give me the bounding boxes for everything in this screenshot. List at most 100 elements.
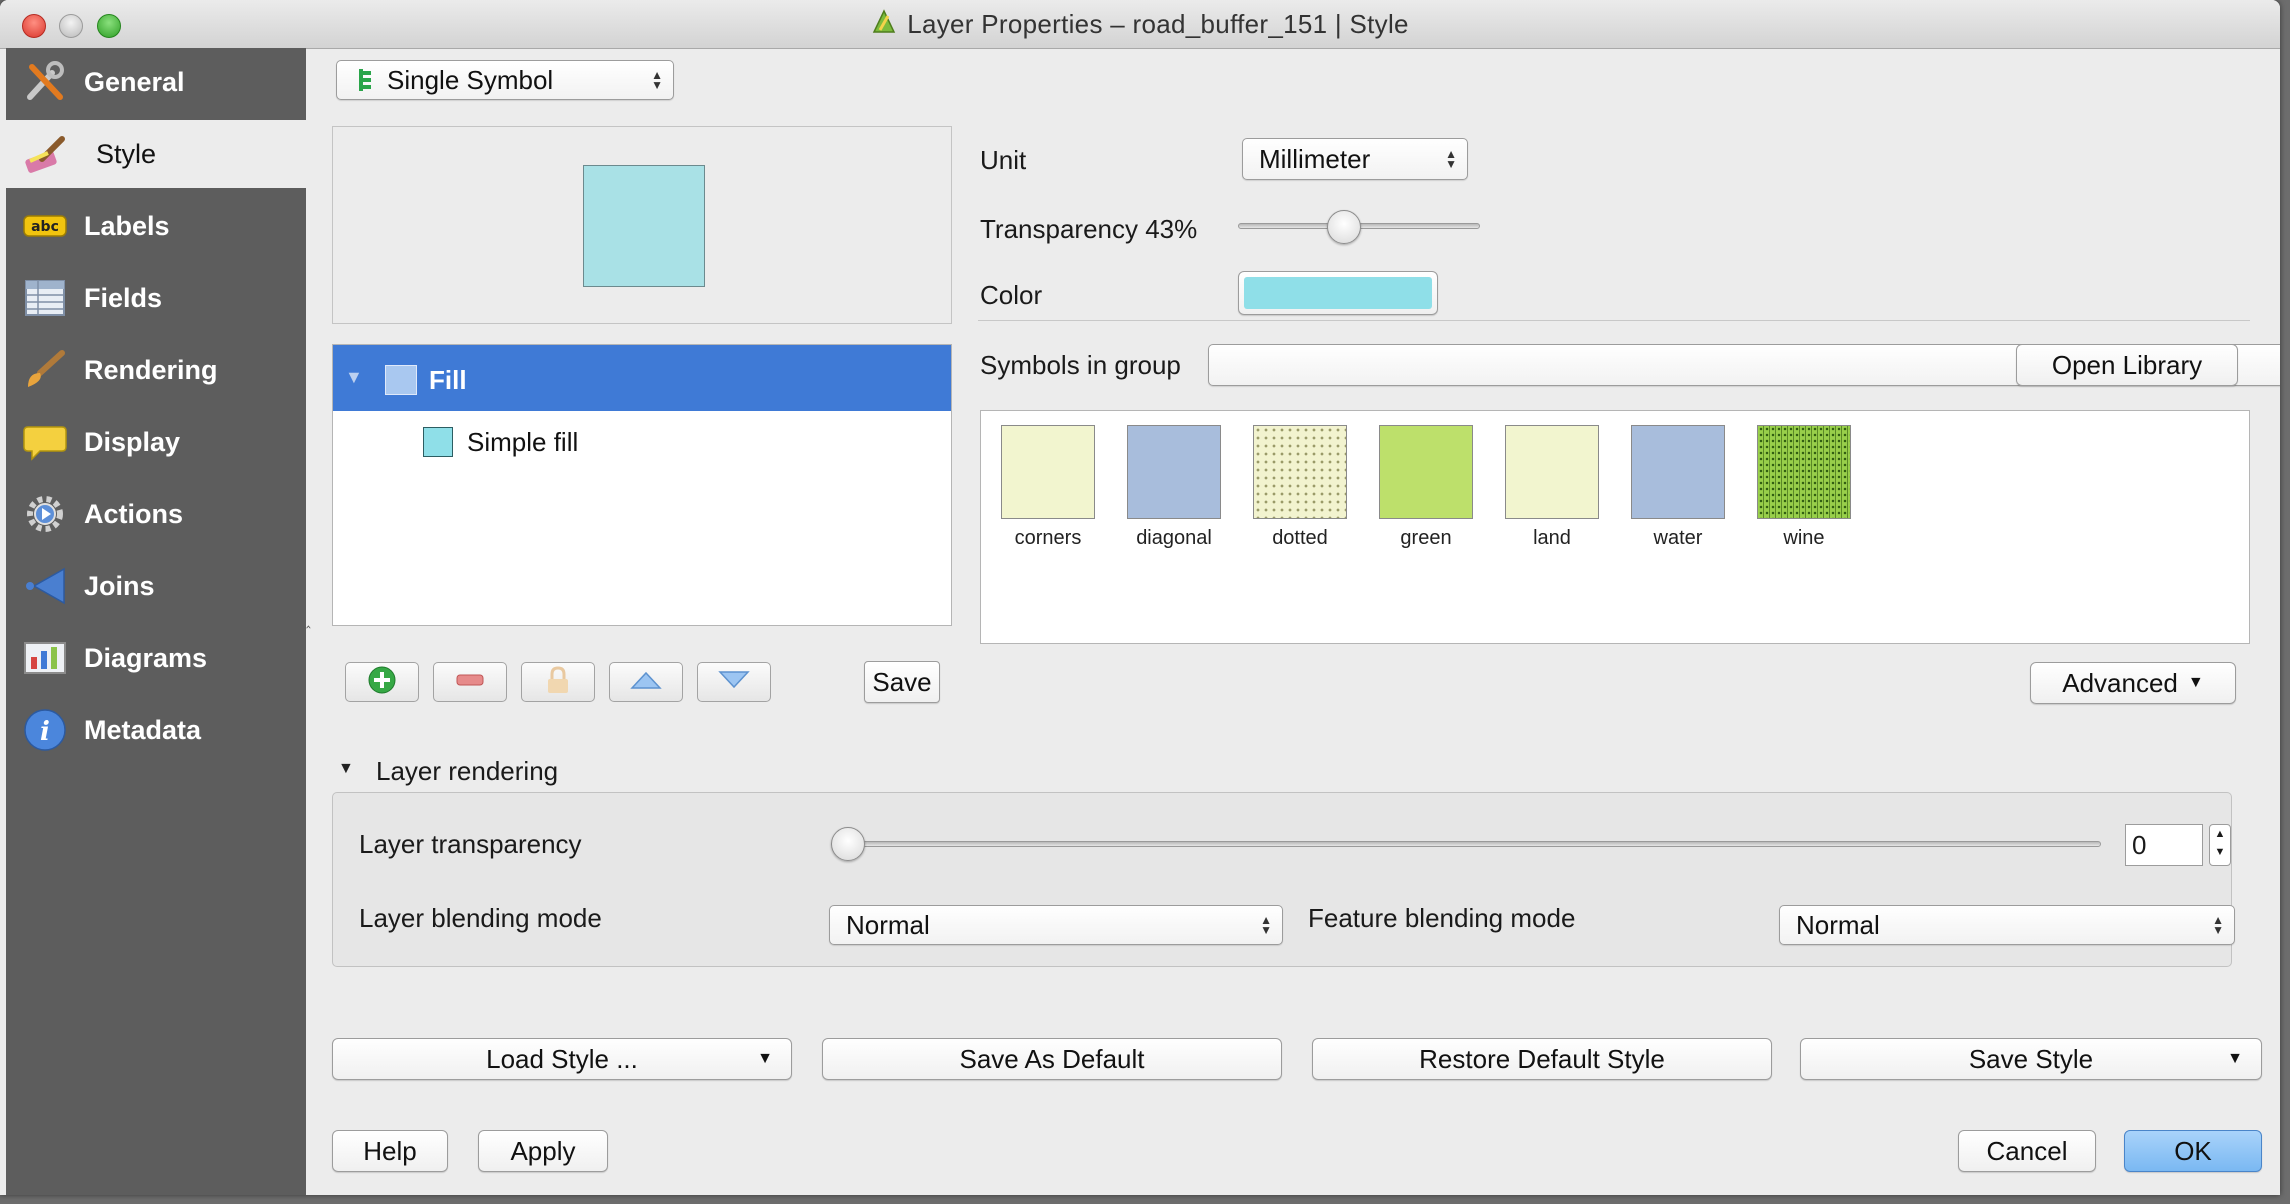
chevron-down-icon: ▼ — [757, 1050, 773, 1067]
symbol-preview-swatch — [583, 165, 705, 287]
feature-blending-select[interactable]: Normal ▲ ▼ — [1779, 905, 2235, 945]
fill-swatch — [385, 365, 417, 395]
ok-button[interactable]: OK — [2124, 1130, 2262, 1172]
layer-transparency-label: Layer transparency — [359, 829, 582, 859]
symbol-diagonal[interactable]: diagonal — [1119, 425, 1229, 550]
sidebar-item-diagrams[interactable]: Diagrams — [6, 624, 306, 692]
symbol-swatch — [1379, 425, 1473, 519]
sidebar-item-joins[interactable]: Joins — [6, 552, 306, 620]
symbol-name: green — [1400, 527, 1452, 549]
layer-rendering-group: Layer transparency 0 ▲ ▼ Layer blending m… — [332, 792, 2235, 967]
symbol-name: water — [1653, 527, 1703, 549]
layer-transparency-slider-track[interactable] — [831, 841, 2101, 847]
symbol-land[interactable]: land — [1497, 425, 1607, 550]
sidebar-item-display[interactable]: Display — [6, 408, 306, 476]
layer-transparency-value: 0 — [2132, 829, 2147, 860]
load-style-button[interactable]: Load Style ... ▼ — [332, 1038, 792, 1080]
color-label: Color — [980, 280, 1043, 310]
symbol-green[interactable]: green — [1371, 425, 1481, 550]
symbol-preview-panel — [332, 126, 952, 324]
open-library-button[interactable]: Open Library — [2016, 344, 2238, 386]
advanced-button[interactable]: Advanced ▼ — [2030, 662, 2236, 704]
symbol-swatch — [1001, 425, 1095, 519]
restore-default-style-button[interactable]: Restore Default Style — [1312, 1038, 1772, 1080]
tree-fill-label: Fill — [429, 365, 467, 395]
sidebar-item-general[interactable]: General — [6, 48, 306, 116]
sidebar-item-label: General — [84, 66, 185, 97]
collapse-triangle-icon[interactable]: ▼ — [345, 367, 363, 388]
sidebar-item-metadata[interactable]: i Metadata — [6, 696, 306, 764]
symbol-corners[interactable]: corners — [993, 425, 1103, 550]
symbol-dotted[interactable]: dotted — [1245, 425, 1355, 550]
diagrams-icon — [20, 633, 70, 683]
sidebar-item-label: Joins — [84, 570, 155, 601]
move-up-button[interactable] — [609, 662, 683, 702]
unit-value: Millimeter — [1259, 143, 1371, 174]
sidebar-item-label: Rendering — [84, 354, 218, 385]
sidebar-item-rendering[interactable]: Rendering — [6, 336, 306, 404]
sidebar-item-label: Labels — [84, 210, 170, 241]
symbol-name: dotted — [1272, 527, 1328, 549]
apply-button[interactable]: Apply — [478, 1130, 608, 1172]
arrow-up-icon — [629, 669, 663, 696]
plus-icon — [367, 665, 397, 700]
sidebar-item-actions[interactable]: Actions — [6, 480, 306, 548]
simple-fill-swatch — [423, 427, 453, 457]
remove-symbol-layer-button[interactable] — [433, 662, 507, 702]
sidebar-item-label: Metadata — [84, 714, 202, 745]
metadata-info-icon: i — [20, 705, 70, 755]
sidebar-item-style[interactable]: Style — [6, 120, 306, 188]
symbol-swatch — [1505, 425, 1599, 519]
unit-select[interactable]: Millimeter ▲ ▼ — [1242, 138, 1468, 180]
arrow-down-icon — [717, 669, 751, 696]
symbol-swatch — [1253, 425, 1347, 519]
symbol-name: corners — [1014, 527, 1082, 549]
general-tools-icon — [20, 57, 70, 107]
layer-properties-window: Layer Properties – road_buffer_151 | Sty… — [0, 0, 2280, 1195]
chevron-down-icon: ▼ — [2227, 1050, 2243, 1067]
tree-simple-fill-label: Simple fill — [467, 427, 579, 457]
window-title: Layer Properties – road_buffer_151 | Sty… — [907, 8, 1409, 39]
save-as-default-button[interactable]: Save As Default — [822, 1038, 1282, 1080]
sidebar-item-labels[interactable]: abc Labels — [6, 192, 306, 260]
color-swatch — [1244, 277, 1432, 309]
save-symbol-button[interactable]: Save — [864, 661, 940, 703]
updown-arrows-icon: ▲ ▼ — [651, 68, 663, 92]
symbols-in-group-label: Symbols in group — [980, 350, 1181, 380]
layer-blending-label: Layer blending mode — [359, 903, 602, 933]
cancel-button[interactable]: Cancel — [1958, 1130, 2096, 1172]
symbol-swatch — [1631, 425, 1725, 519]
symbol-wine[interactable]: wine — [1749, 425, 1859, 550]
add-symbol-layer-button[interactable] — [345, 662, 419, 702]
layer-transparency-slider-knob[interactable] — [831, 827, 865, 861]
color-button[interactable] — [1238, 271, 1438, 315]
updown-arrows-icon: ▲ ▼ — [1445, 147, 1457, 171]
lock-symbol-layer-button[interactable] — [521, 662, 595, 702]
spinbox-arrows-icon[interactable]: ▲ ▼ — [2209, 824, 2231, 866]
symbol-water[interactable]: water — [1623, 425, 1733, 550]
renderer-type-select[interactable]: Single Symbol ▲ ▼ — [336, 60, 674, 100]
transparency-slider-knob[interactable] — [1327, 210, 1362, 244]
layer-blending-select[interactable]: Normal ▲ ▼ — [829, 905, 1283, 945]
help-button[interactable]: Help — [332, 1130, 448, 1172]
layer-transparency-spinbox[interactable]: 0 — [2125, 824, 2203, 866]
save-style-button[interactable]: Save Style ▼ — [1800, 1038, 2262, 1080]
chevron-down-icon: ▼ — [2187, 674, 2204, 691]
symbol-layer-tree: ▼ Fill Simple fill — [332, 344, 952, 626]
move-down-button[interactable] — [697, 662, 771, 702]
actions-gear-icon — [20, 489, 70, 539]
section-collapse-triangle-icon[interactable]: ▼ — [338, 760, 354, 778]
unit-label: Unit — [980, 145, 1027, 175]
updown-arrows-icon: ▲ ▼ — [2212, 913, 2224, 937]
sidebar-item-label: Actions — [84, 498, 184, 529]
display-speech-bubble-icon — [20, 417, 70, 467]
renderer-type-value: Single Symbol — [387, 64, 554, 95]
tree-row-fill[interactable]: ▼ Fill — [333, 345, 951, 411]
tree-row-simple-fill[interactable]: Simple fill — [333, 411, 951, 475]
rendering-brush-icon — [20, 345, 70, 395]
layer-rendering-title[interactable]: Layer rendering — [376, 756, 558, 787]
sidebar-item-label: Diagrams — [84, 642, 208, 673]
fields-table-icon — [20, 273, 70, 323]
sidebar-item-fields[interactable]: Fields — [6, 264, 306, 332]
splitter-handle-icon[interactable]: ‸ — [306, 612, 311, 629]
